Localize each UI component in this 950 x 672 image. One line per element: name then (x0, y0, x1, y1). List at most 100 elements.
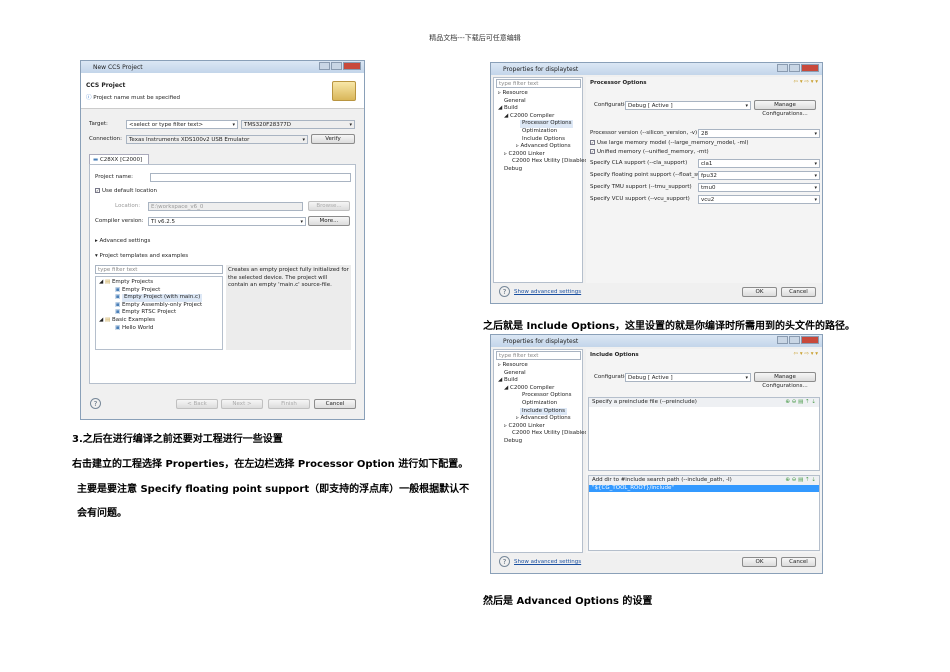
unified-memory-checkbox[interactable]: ✓ Unified memory (--unified_memory, -mt) (590, 149, 709, 155)
minimize-button[interactable] (777, 64, 788, 72)
nav-general[interactable]: General (498, 370, 590, 378)
nav-label: Build (503, 377, 518, 384)
nav-c2000-compiler[interactable]: ◢ C2000 Compiler (498, 385, 590, 393)
cla-select[interactable]: cla1 (698, 159, 820, 168)
manage-configurations-button[interactable]: Manage Configurations... (754, 372, 816, 389)
verify-button[interactable]: Verify (311, 134, 355, 144)
configuration-select[interactable]: Debug [ Active ] (625, 373, 751, 382)
project-icon: ▣ (115, 286, 121, 293)
nav-debug[interactable]: Debug (498, 166, 590, 174)
target-label: Target: (89, 121, 108, 127)
browse-button[interactable]: Browse... (308, 201, 350, 211)
tree-item[interactable]: ▣ Empty RTSC Project (99, 309, 219, 317)
vcu-select[interactable]: vcu2 (698, 195, 820, 204)
fpu-select[interactable]: fpu32 (698, 171, 820, 180)
next-button[interactable]: Next > (221, 399, 263, 409)
properties-window-processor: Properties for displaytest type filter t… (490, 62, 823, 304)
template-filter-input[interactable]: type filter text (95, 265, 223, 274)
nav-label: C2000 Linker (508, 422, 545, 429)
show-advanced-settings-link[interactable]: Show advanced settings (514, 559, 581, 565)
tree-item-selected[interactable]: ▣ Empty Project (with main.c) (99, 294, 219, 302)
connection-select[interactable]: Texas Instruments XDS100v2 USB Emulator (126, 135, 308, 144)
close-button[interactable] (801, 336, 819, 344)
back-button[interactable]: < Back (176, 399, 218, 409)
use-default-location-checkbox[interactable]: ✓ Use default location (95, 188, 157, 194)
advanced-settings-toggle[interactable]: ▸ Advanced settings (95, 238, 150, 244)
configuration-select[interactable]: Debug [ Active ] (625, 101, 751, 110)
cancel-button[interactable]: Cancel (781, 287, 816, 297)
nav-debug[interactable]: Debug (498, 438, 590, 446)
processor-version-select[interactable]: 28 (698, 129, 820, 138)
location-input[interactable]: E:\workspace_v6_0 (148, 202, 303, 211)
page-heading: Processor Options (590, 80, 647, 86)
compiler-version-select[interactable]: TI v6.2.5 (148, 217, 306, 226)
list-toolbar-icons[interactable]: ⊕ ⊖ ▤ ⇡ ⇣ (785, 399, 816, 405)
nav-arrows-icon[interactable]: ⇦ ▾ ⇨ ▾ ▾ (794, 351, 819, 357)
nav-include-options[interactable]: Include Options (498, 407, 590, 416)
nav-processor-options[interactable]: Processor Options (498, 120, 590, 128)
nav-general[interactable]: General (498, 98, 590, 106)
nav-hex-utility[interactable]: C2000 Hex Utility [Disabled] (498, 158, 590, 166)
target-filter-select[interactable]: <select or type filter text> (126, 120, 238, 129)
nav-include-options[interactable]: Include Options (498, 136, 590, 144)
nav-arrows-icon[interactable]: ⇦ ▾ ⇨ ▾ ▾ (794, 79, 819, 85)
nav-c2000-compiler[interactable]: ◢ C2000 Compiler (498, 113, 590, 121)
nav-optimization[interactable]: Optimization (498, 128, 590, 136)
maximize-button[interactable] (789, 336, 800, 344)
checkbox-checked-icon: ✓ (590, 140, 595, 145)
nav-filter-input[interactable]: type filter text (496, 79, 581, 88)
nav-c2000-linker[interactable]: ▹ C2000 Linker (498, 423, 590, 431)
manage-configurations-button[interactable]: Manage Configurations... (754, 100, 816, 117)
cancel-button[interactable]: Cancel (314, 399, 356, 409)
nav-c2000-linker[interactable]: ▹ C2000 Linker (498, 151, 590, 159)
checkbox-label: Use default location (102, 188, 157, 194)
ok-button[interactable]: OK (742, 287, 777, 297)
nav-processor-options[interactable]: Processor Options (498, 392, 590, 400)
preinclude-list[interactable]: Specify a preinclude file (--preinclude)… (588, 397, 820, 471)
templates-toggle[interactable]: ▾ Project templates and examples (95, 253, 188, 259)
tmu-select[interactable]: tmu0 (698, 183, 820, 192)
finish-button[interactable]: Finish (268, 399, 310, 409)
processor-version-label: Processor version (--silicon_version, -v… (590, 130, 698, 136)
more-button[interactable]: More... (308, 216, 350, 226)
list-toolbar-icons[interactable]: ⊕ ⊖ ▤ ⇡ ⇣ (785, 477, 816, 483)
tree-group[interactable]: ◢ ▤ Empty Projects (99, 279, 219, 287)
nav-label: Processor Options (520, 120, 574, 128)
show-advanced-settings-link[interactable]: Show advanced settings (514, 289, 581, 295)
tree-item[interactable]: ▣ Empty Assembly-only Project (99, 302, 219, 310)
nav-label: Advanced Options (520, 143, 571, 150)
maximize-button[interactable] (789, 64, 800, 72)
help-icon[interactable]: ? (499, 556, 510, 567)
tree-item-label: Empty Project (with main.c) (121, 294, 203, 302)
preinclude-label: Specify a preinclude file (--preinclude) (592, 399, 697, 405)
nav-filter-input[interactable]: type filter text (496, 351, 581, 360)
nav-build[interactable]: ◢ Build (498, 377, 590, 385)
nav-resource[interactable]: ▹ Resource (498, 362, 590, 370)
minimize-button[interactable] (777, 336, 788, 344)
nav-resource[interactable]: ▹ Resource (498, 90, 590, 98)
banner: CCS Project ⓘ Project name must be speci… (81, 73, 364, 109)
include-path-list[interactable]: Add dir to #include search path (--inclu… (588, 475, 820, 551)
close-button[interactable] (801, 64, 819, 72)
minimize-button[interactable] (319, 62, 330, 70)
nav-advanced-options[interactable]: ▹ Advanced Options (498, 143, 590, 151)
include-path-item[interactable]: "${CG_TOOL_ROOT}/include" (589, 485, 819, 492)
ok-button[interactable]: OK (742, 557, 777, 567)
nav-label: C2000 Compiler (509, 384, 555, 391)
tree-item[interactable]: ▣ Empty Project (99, 287, 219, 295)
nav-optimization[interactable]: Optimization (498, 400, 590, 408)
tree-item[interactable]: ▣ Hello World (99, 325, 219, 333)
nav-advanced-options[interactable]: ▹ Advanced Options (498, 415, 590, 423)
cancel-button[interactable]: Cancel (781, 557, 816, 567)
nav-hex-utility[interactable]: C2000 Hex Utility [Disabled] (498, 430, 590, 438)
close-button[interactable] (343, 62, 361, 70)
tree-group[interactable]: ◢ ▤ Basic Examples (99, 317, 219, 325)
large-memory-checkbox[interactable]: ✓ Use large memory model (--large_memory_… (590, 140, 748, 146)
target-device-select[interactable]: TMS320F28377D (241, 120, 355, 129)
maximize-button[interactable] (331, 62, 342, 70)
project-name-input[interactable] (150, 173, 351, 182)
nav-build[interactable]: ◢ Build (498, 105, 590, 113)
help-icon[interactable]: ? (499, 286, 510, 297)
help-icon[interactable]: ? (90, 398, 101, 409)
template-description: Creates an empty project fully initializ… (226, 265, 351, 350)
